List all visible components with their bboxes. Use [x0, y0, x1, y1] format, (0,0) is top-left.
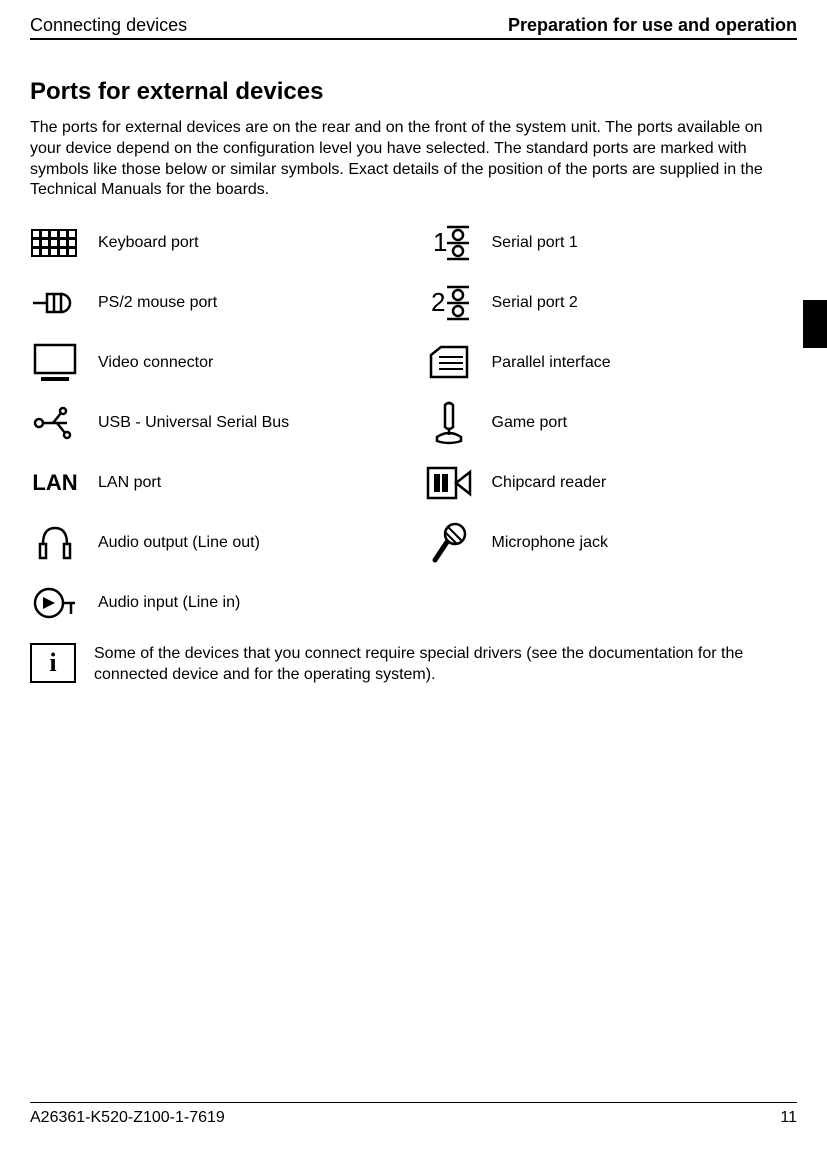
video-icon — [30, 340, 80, 386]
port-game: Game port — [424, 393, 798, 453]
ps2-mouse-icon — [30, 280, 80, 326]
intro-paragraph: The ports for external devices are on th… — [30, 118, 797, 201]
section-heading: Ports for external devices — [30, 78, 797, 106]
port-label: Serial port 2 — [492, 294, 578, 312]
headphones-icon — [30, 520, 80, 566]
port-microphone: Microphone jack — [424, 513, 798, 573]
page-footer: A26361-K520-Z100-1-7619 11 — [30, 1102, 797, 1127]
port-lan: LAN LAN port — [30, 453, 404, 513]
info-icon: i — [30, 643, 76, 683]
info-text: Some of the devices that you connect req… — [94, 643, 797, 686]
port-audio-in: Audio input (Line in) — [30, 573, 797, 633]
port-video: Video connector — [30, 333, 404, 393]
serial1-icon: 1 — [424, 220, 474, 266]
port-parallel: Parallel interface — [424, 333, 798, 393]
header-left: Connecting devices — [30, 15, 187, 36]
serial2-icon: 2 — [424, 280, 474, 326]
info-note: i Some of the devices that you connect r… — [30, 643, 797, 686]
footer-doc-id: A26361-K520-Z100-1-7619 — [30, 1109, 225, 1127]
keyboard-icon — [30, 220, 80, 266]
usb-icon — [30, 400, 80, 446]
microphone-icon — [424, 520, 474, 566]
port-label: PS/2 mouse port — [98, 294, 217, 312]
port-label: Audio input (Line in) — [98, 594, 240, 612]
svg-text:1: 1 — [433, 227, 447, 257]
port-ps2: PS/2 mouse port — [30, 273, 404, 333]
port-label: Video connector — [98, 354, 213, 372]
port-label: Serial port 1 — [492, 234, 578, 252]
port-label: Chipcard reader — [492, 474, 607, 492]
port-serial2: 2 Serial port 2 — [424, 273, 798, 333]
chipcard-icon — [424, 460, 474, 506]
svg-text:2: 2 — [431, 287, 445, 317]
port-label: LAN port — [98, 474, 161, 492]
line-in-icon — [30, 580, 80, 626]
header-right: Preparation for use and operation — [508, 15, 797, 36]
page-header: Connecting devices Preparation for use a… — [30, 15, 797, 40]
port-label: Parallel interface — [492, 354, 611, 372]
port-serial1: 1 Serial port 1 — [424, 213, 798, 273]
port-usb: USB - Universal Serial Bus — [30, 393, 404, 453]
port-label: Audio output (Line out) — [98, 534, 260, 552]
footer-page-number: 11 — [780, 1109, 797, 1127]
port-keyboard: Keyboard port — [30, 213, 404, 273]
lan-icon: LAN — [30, 460, 80, 506]
parallel-icon — [424, 340, 474, 386]
port-label: Keyboard port — [98, 234, 199, 252]
port-chipcard: Chipcard reader — [424, 453, 798, 513]
port-label: Game port — [492, 414, 568, 432]
ports-grid: Keyboard port 1 Serial port 1 — [30, 213, 797, 633]
game-icon — [424, 400, 474, 446]
port-audio-out: Audio output (Line out) — [30, 513, 404, 573]
port-label: Microphone jack — [492, 534, 609, 552]
port-label: USB - Universal Serial Bus — [98, 414, 289, 432]
side-tab — [803, 300, 827, 348]
